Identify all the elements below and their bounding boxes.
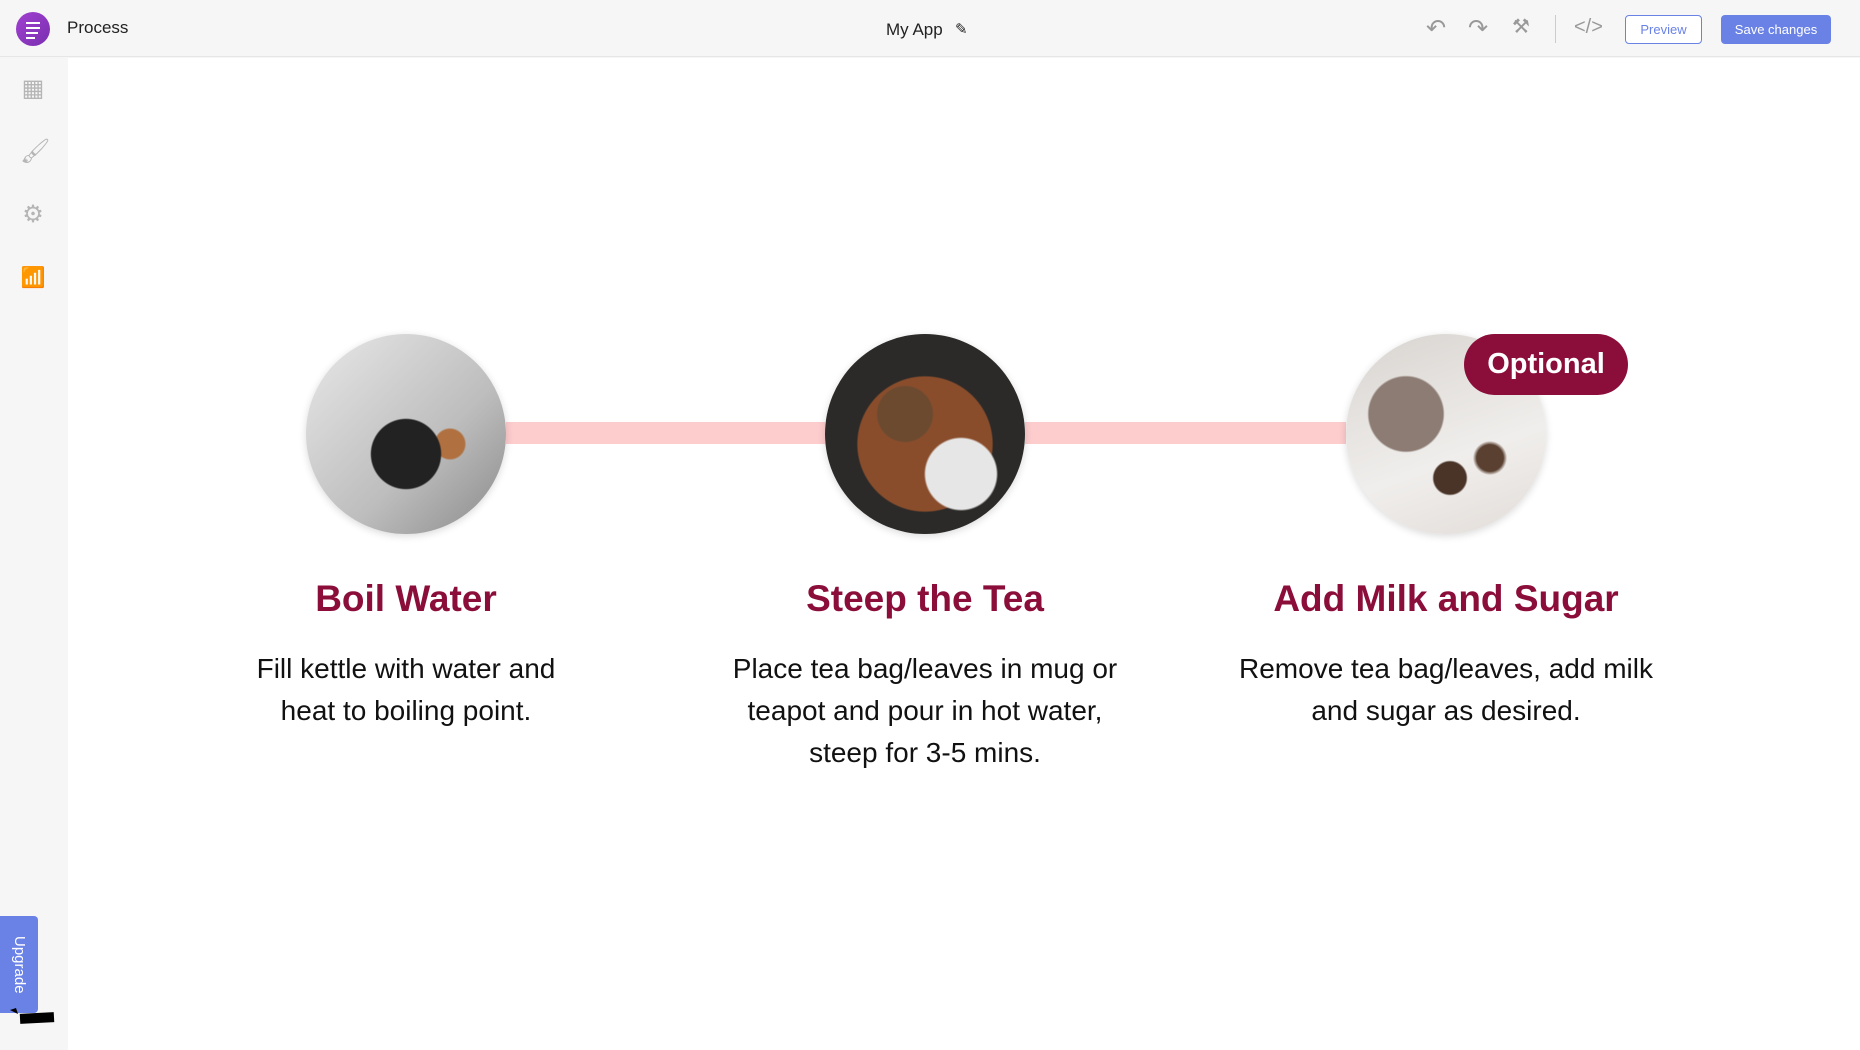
gear-icon[interactable]: ⚙ xyxy=(20,202,46,228)
code-icon[interactable]: </> xyxy=(1574,16,1603,39)
step-description: Place tea bag/leaves in mug or teapot an… xyxy=(732,653,1118,768)
redo-icon[interactable]: ↷ xyxy=(1468,14,1488,43)
step-description: Fill kettle with water and heat to boili… xyxy=(256,653,556,726)
process-canvas xyxy=(68,58,1860,1050)
undo-icon[interactable]: ↶ xyxy=(1426,14,1446,43)
step-title: Boil Water xyxy=(315,578,497,619)
widget-name: Process xyxy=(67,18,129,37)
step-title: Steep the Tea xyxy=(806,578,1044,619)
preview-button[interactable]: Preview xyxy=(1625,15,1702,44)
step-description: Remove tea bag/leaves, add milk and suga… xyxy=(1239,653,1653,726)
app-logo-icon xyxy=(16,12,50,46)
step-image-kettle xyxy=(306,334,506,534)
toolbar-divider xyxy=(1555,15,1556,43)
brand-badge-icon xyxy=(10,1008,55,1024)
analytics-icon[interactable]: 📶 xyxy=(20,265,46,291)
optional-badge: Optional xyxy=(1464,334,1628,395)
app-title[interactable]: My App xyxy=(886,20,943,40)
brush-icon[interactable]: 🖌 xyxy=(20,139,50,165)
save-changes-button[interactable]: Save changes xyxy=(1721,15,1831,44)
connector-line xyxy=(1025,422,1346,444)
paint-roller-icon[interactable]: ⚒ xyxy=(1512,14,1530,39)
connector-line xyxy=(506,422,825,444)
edit-title-icon[interactable]: ✎ xyxy=(955,20,968,38)
step-image-teapot xyxy=(825,334,1025,534)
top-bar: Process My App ✎ ↶ ↷ ⚒ </> Preview Save … xyxy=(0,0,1860,57)
step-title: Add Milk and Sugar xyxy=(1273,578,1619,619)
table-icon[interactable]: ▦ xyxy=(20,76,46,102)
upgrade-button[interactable]: Upgrade xyxy=(0,916,38,1013)
sidebar: ▦ 🖌 ⚙ 📶 Upgrade xyxy=(0,57,68,1050)
